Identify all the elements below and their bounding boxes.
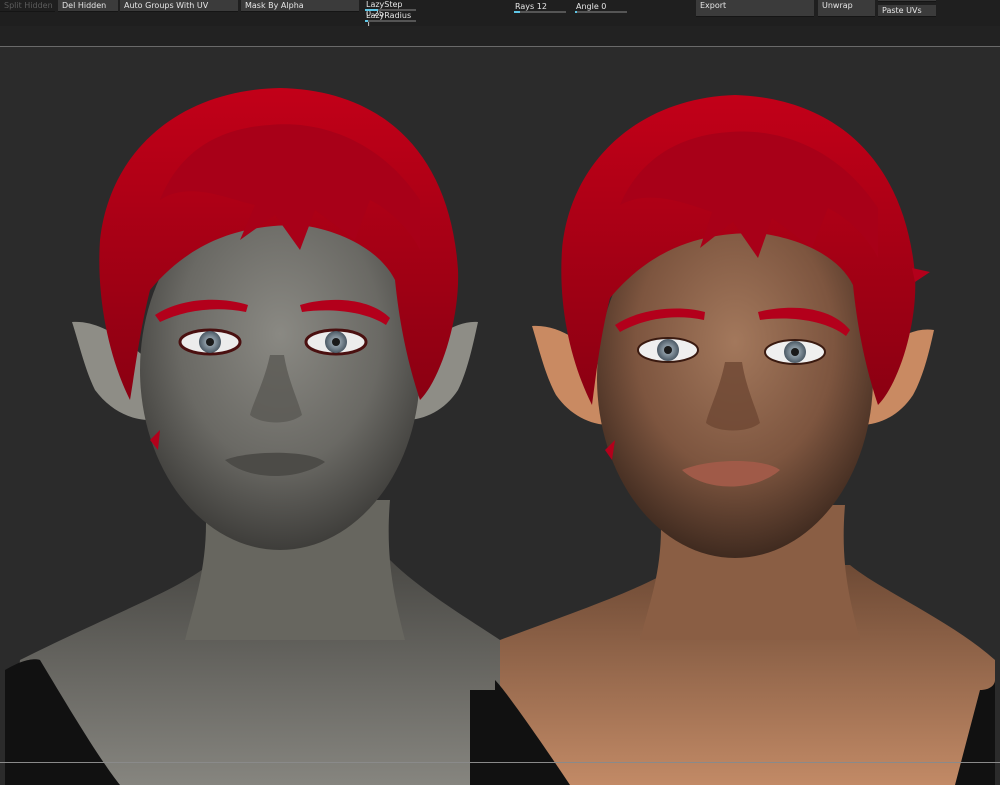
rays-track	[514, 11, 566, 13]
viewport-bottom-rule	[0, 762, 1000, 763]
auto-groups-with-uv-button[interactable]: Auto Groups With UV	[120, 0, 238, 12]
mask-by-alpha-button[interactable]: Mask By Alpha	[241, 0, 359, 12]
grey-head-model	[5, 88, 500, 785]
copy-uvs-button[interactable]	[878, 0, 936, 2]
lazy-radius-track	[365, 20, 416, 22]
tan-right-pupil	[791, 348, 799, 356]
del-hidden-button[interactable]: Del Hidden	[58, 0, 118, 12]
split-hidden-button[interactable]: Split Hidden	[0, 0, 55, 12]
rays-slider[interactable]: Rays 12	[512, 2, 568, 13]
viewport-canvas	[5, 88, 995, 785]
grey-right-pupil	[332, 338, 340, 346]
unwrap-button[interactable]: Unwrap	[818, 0, 875, 17]
rays-fill	[514, 11, 521, 13]
paste-uvs-button[interactable]: Paste UVs	[878, 5, 936, 17]
angle-track	[575, 11, 627, 13]
toolbar-spacer	[0, 26, 1000, 46]
angle-label: Angle 0	[576, 2, 607, 11]
tan-hair-tip	[912, 268, 930, 282]
angle-slider[interactable]: Angle 0	[573, 2, 629, 13]
lazy-step-slider[interactable]: LazyStep 0.25	[363, 0, 418, 18]
grey-left-pupil	[206, 338, 214, 346]
lazy-radius-fill	[365, 20, 368, 22]
lazy-radius-slider[interactable]: LazyRadius 1	[363, 11, 418, 29]
rays-label: Rays 12	[515, 2, 547, 11]
textured-head-model	[495, 95, 995, 785]
export-button[interactable]: Export	[696, 0, 814, 17]
tan-left-pupil	[664, 346, 672, 354]
angle-fill	[575, 11, 578, 13]
grey-shirt-right	[470, 690, 495, 785]
top-toolbar: Split Hidden Del Hidden Auto Groups With…	[0, 0, 1000, 29]
3d-viewport[interactable]	[0, 47, 1000, 785]
